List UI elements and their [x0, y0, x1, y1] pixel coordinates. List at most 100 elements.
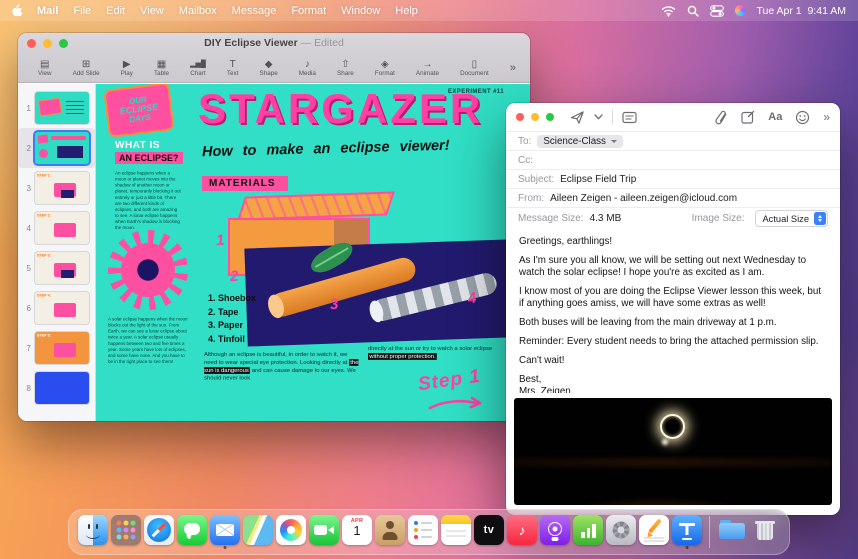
animate-button[interactable]: →Animate	[416, 59, 439, 77]
dock-settings[interactable]	[606, 515, 636, 549]
control-center-icon[interactable]	[710, 5, 724, 17]
dock-facetime[interactable]	[309, 515, 339, 549]
view-icon: ▤	[40, 59, 49, 70]
animate-icon: →	[422, 59, 432, 70]
slide-thumbnail-1[interactable]: 1	[18, 88, 95, 128]
send-button[interactable]	[570, 110, 585, 125]
mail-toolbar[interactable]: Aa »	[506, 103, 840, 131]
slide-thumbnail-7[interactable]: 7 STEP 5:	[18, 328, 95, 368]
table-button[interactable]: ▦Table	[154, 59, 169, 77]
slide-sticker[interactable]: OUR ECLIPSE DAYS	[103, 84, 174, 138]
dock-numbers[interactable]	[573, 515, 603, 549]
zoom-button[interactable]	[59, 39, 68, 48]
dock-reminders[interactable]	[408, 515, 438, 549]
format-button[interactable]: ◈Format	[375, 59, 395, 77]
slide-thumbnail-2-selected[interactable]: 2	[18, 128, 95, 168]
dock-maps[interactable]	[243, 515, 273, 549]
dock-trash[interactable]	[750, 515, 780, 549]
chart-button[interactable]: ▂▅█Chart	[190, 59, 206, 77]
wifi-icon[interactable]	[661, 5, 676, 17]
keynote-window: DIY Eclipse Viewer — Edited ▤View ⊞Add S…	[18, 33, 530, 421]
dock-podcasts[interactable]	[540, 515, 570, 549]
apple-icon	[12, 4, 24, 18]
dock-tv[interactable]: tv	[474, 515, 504, 549]
dock-contacts[interactable]	[375, 515, 405, 549]
menu-item-view[interactable]: View	[140, 5, 164, 17]
dock-downloads-folder[interactable]	[717, 515, 747, 549]
recipient-token[interactable]: Science-Class	[537, 135, 623, 148]
materials-list[interactable]: 1. Shoebox 2. Tape 3. Paper 4. Tinfoil	[208, 292, 256, 346]
keynote-titlebar[interactable]: DIY Eclipse Viewer — Edited	[18, 33, 530, 53]
annotation-number-1: 1	[215, 232, 225, 250]
menu-bar-clock[interactable]: Tue Apr 1 9:41 AM	[757, 5, 847, 17]
shape-button[interactable]: ◆Shape	[260, 59, 278, 77]
to-field[interactable]: To: Science-Class	[506, 131, 840, 150]
slide-thumbnail-4[interactable]: 4 STEP 2:	[18, 208, 95, 248]
close-button[interactable]	[516, 113, 524, 121]
slide-thumbnail-6[interactable]: 6 STEP 4:	[18, 288, 95, 328]
attach-button[interactable]	[715, 110, 728, 125]
dock-mail[interactable]	[210, 515, 240, 549]
share-button[interactable]: ⇧Share	[337, 59, 354, 77]
slide-canvas[interactable]: OUR ECLIPSE DAYS EXPERIMENT #11 WHAT IS …	[96, 84, 530, 421]
subject-field[interactable]: Subject: Eclipse Field Trip	[506, 169, 840, 188]
menu-item-mail[interactable]: Mail	[37, 5, 58, 17]
slide-subtitle[interactable]: How to make an eclipse viewer!	[202, 138, 450, 160]
dock-photos[interactable]	[276, 515, 306, 549]
siri-icon[interactable]	[735, 5, 746, 16]
markup-button[interactable]	[741, 110, 755, 124]
toolbar-overflow-chevron-icon[interactable]: »	[510, 62, 516, 74]
materials-header[interactable]: MATERIALS	[202, 176, 288, 191]
view-button[interactable]: ▤View	[38, 59, 52, 77]
minimize-button[interactable]	[531, 113, 539, 121]
text-button[interactable]: TText	[227, 59, 239, 77]
close-button[interactable]	[27, 39, 36, 48]
what-is-heading[interactable]: WHAT IS	[115, 140, 160, 151]
format-text-button[interactable]: Aa	[768, 111, 782, 123]
send-options-chevron-icon[interactable]	[594, 114, 603, 120]
dock-messages[interactable]	[177, 515, 207, 549]
toolbar-overflow-chevron-icon[interactable]: »	[823, 110, 830, 124]
menu-item-message[interactable]: Message	[232, 5, 277, 17]
cc-field[interactable]: Cc:	[506, 150, 840, 169]
image-size-popup[interactable]: Actual Size	[755, 210, 828, 227]
play-button[interactable]: ▶Play	[121, 59, 133, 77]
slide-title[interactable]: STARGAZER	[198, 85, 483, 133]
menu-item-window[interactable]: Window	[341, 5, 380, 17]
document-button[interactable]: ▯Document	[460, 59, 489, 77]
eclipse-photo-attachment[interactable]	[514, 398, 832, 505]
slide-thumbnail-3[interactable]: 3 STEP 1:	[18, 168, 95, 208]
dock-launchpad[interactable]	[111, 515, 141, 549]
safety-text-left[interactable]: Although an eclipse is beautiful, in ord…	[204, 351, 362, 415]
add-slide-button[interactable]: ⊞Add Slide	[73, 59, 100, 77]
menu-item-mailbox[interactable]: Mailbox	[179, 5, 217, 17]
menu-item-format[interactable]: Format	[291, 5, 326, 17]
menu-item-file[interactable]: File	[73, 5, 91, 17]
sun-illustration[interactable]	[108, 230, 188, 310]
solar-eclipse-text[interactable]: A solar eclipse happens when the moon bl…	[108, 316, 190, 416]
dock-safari[interactable]	[144, 515, 174, 549]
dock-music[interactable]: ♪	[507, 515, 537, 549]
menu-item-help[interactable]: Help	[395, 5, 418, 17]
message-body[interactable]: Greetings, earthlings! As I'm sure you a…	[506, 229, 840, 393]
search-icon[interactable]	[687, 5, 699, 17]
header-fields-button[interactable]	[622, 111, 638, 124]
dock-notes[interactable]	[441, 515, 471, 549]
menu-item-edit[interactable]: Edit	[106, 5, 125, 17]
dock-calendar[interactable]: APR1	[342, 515, 372, 549]
from-field[interactable]: From: Aileen Zeigen - aileen.zeigen@iclo…	[506, 188, 840, 207]
an-eclipse-heading[interactable]: AN ECLIPSE?	[115, 152, 183, 164]
slide-thumbnail-8[interactable]: 8	[18, 368, 95, 408]
annotation-number-3: 3	[329, 296, 339, 314]
chart-icon: ▂▅█	[190, 59, 206, 70]
dock-pages[interactable]	[639, 515, 669, 549]
apple-menu[interactable]	[12, 4, 24, 18]
minimize-button[interactable]	[43, 39, 52, 48]
emoji-button[interactable]	[795, 110, 810, 125]
dock-keynote[interactable]	[672, 515, 702, 549]
slide-thumbnail-5[interactable]: 5 STEP 3:	[18, 248, 95, 288]
edited-indicator: — Edited	[298, 37, 344, 49]
zoom-button[interactable]	[546, 113, 554, 121]
media-button[interactable]: ♪Media	[299, 59, 316, 77]
dock-finder[interactable]	[78, 515, 108, 549]
